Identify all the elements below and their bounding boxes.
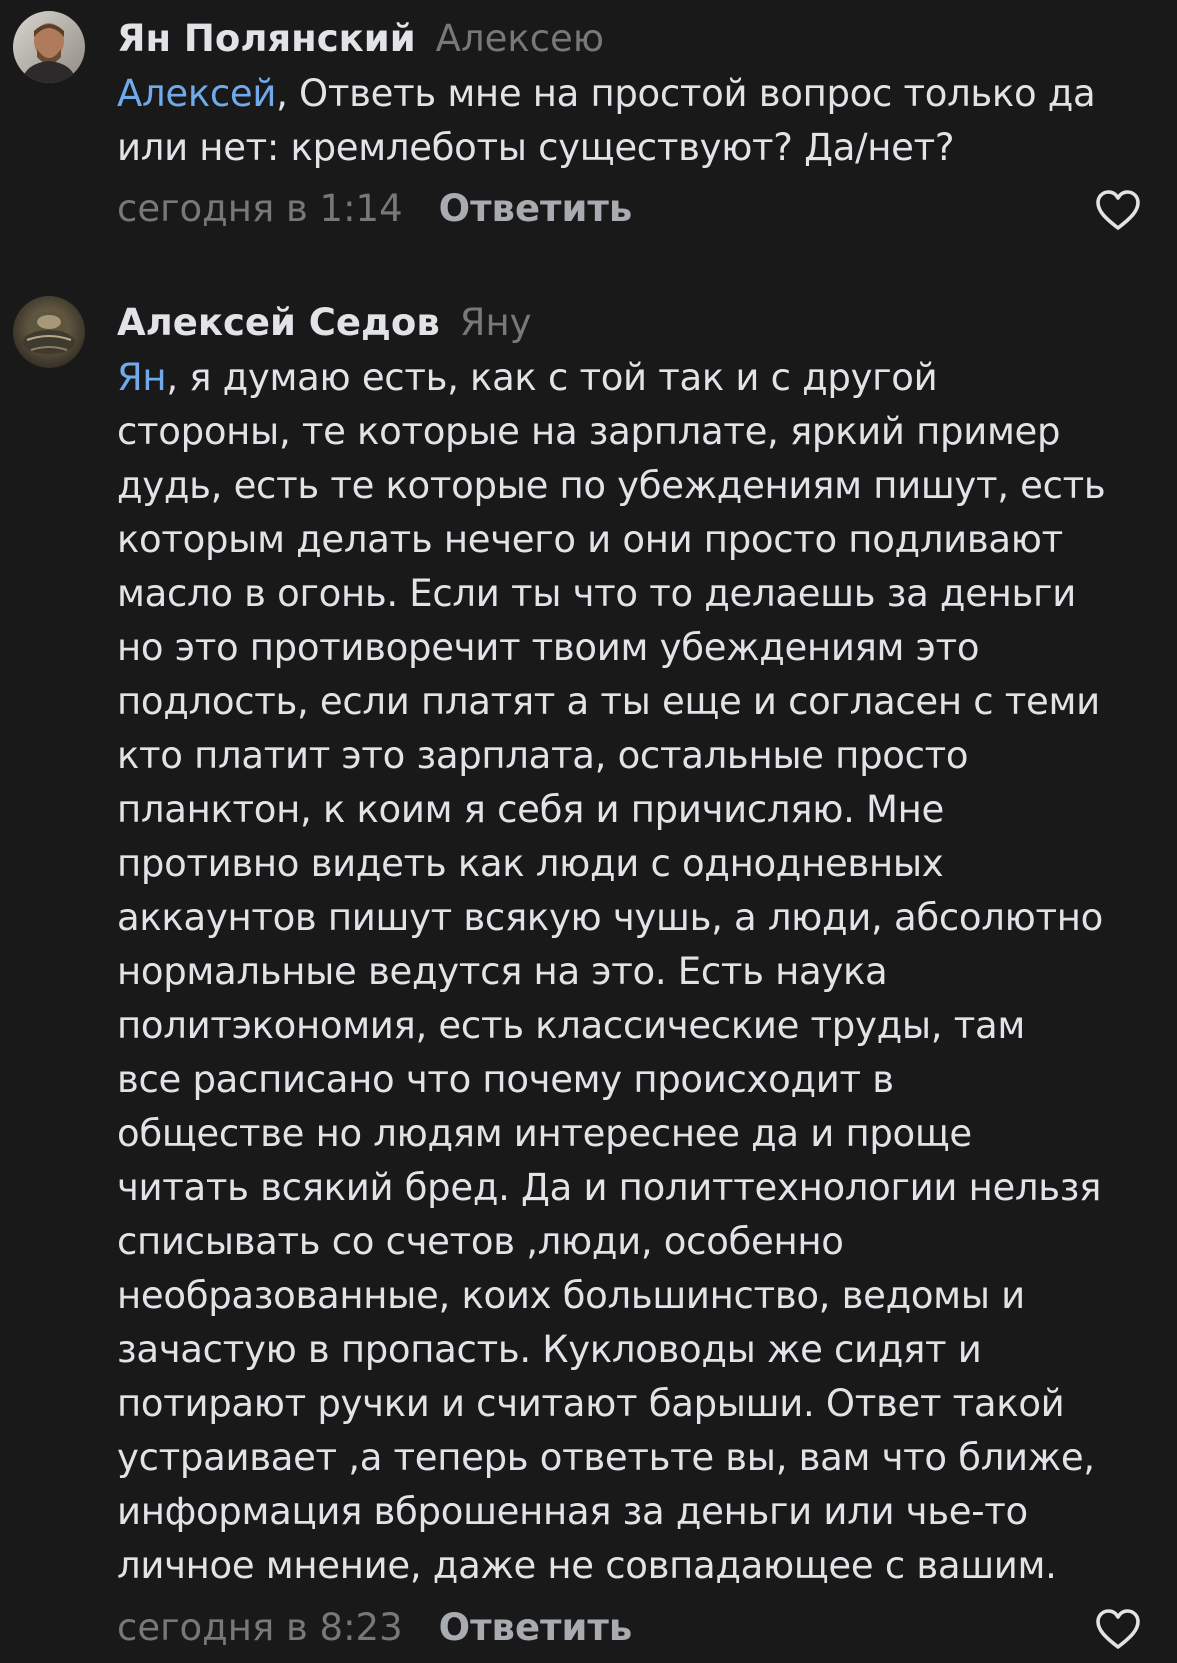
like-button[interactable] <box>1095 1608 1141 1650</box>
reply-to-name[interactable]: Алексею <box>436 17 604 60</box>
heart-outline-icon <box>1096 190 1140 230</box>
comment-text: Ян, я думаю есть, как с той так и с друг… <box>117 351 1167 1593</box>
avatar-yan-polyansky[interactable] <box>13 11 85 83</box>
reply-button[interactable]: Ответить <box>439 187 633 230</box>
mention-link[interactable]: Ян <box>117 356 167 399</box>
heart-outline-icon <box>1096 1609 1140 1649</box>
comment-text: Алексей, Ответь мне на простой вопрос то… <box>117 67 1167 175</box>
comment-meta: сегодня в 1:14 Ответить <box>117 184 632 241</box>
comment-body: , я думаю есть, как с той так и с другой… <box>117 356 1106 1587</box>
reply-button[interactable]: Ответить <box>439 1606 633 1649</box>
avatar-aleksey-sedov[interactable] <box>13 296 85 368</box>
like-button[interactable] <box>1095 189 1141 231</box>
comment-time: сегодня в 1:14 <box>117 187 403 230</box>
avatar-photo-icon <box>13 296 85 368</box>
author-name[interactable]: Алексей Седов <box>117 301 440 344</box>
reply-to-name[interactable]: Яну <box>460 301 532 344</box>
comment-time: сегодня в 8:23 <box>117 1606 403 1649</box>
comment-meta: сегодня в 8:23 Ответить <box>117 1603 632 1660</box>
comment-header: Алексей Седов Яну <box>117 298 532 355</box>
author-name[interactable]: Ян Полянский <box>117 17 416 60</box>
mention-link[interactable]: Алексей <box>117 72 276 115</box>
avatar-photo-icon <box>13 11 85 83</box>
comment-header: Ян Полянский Алексею <box>117 14 604 71</box>
